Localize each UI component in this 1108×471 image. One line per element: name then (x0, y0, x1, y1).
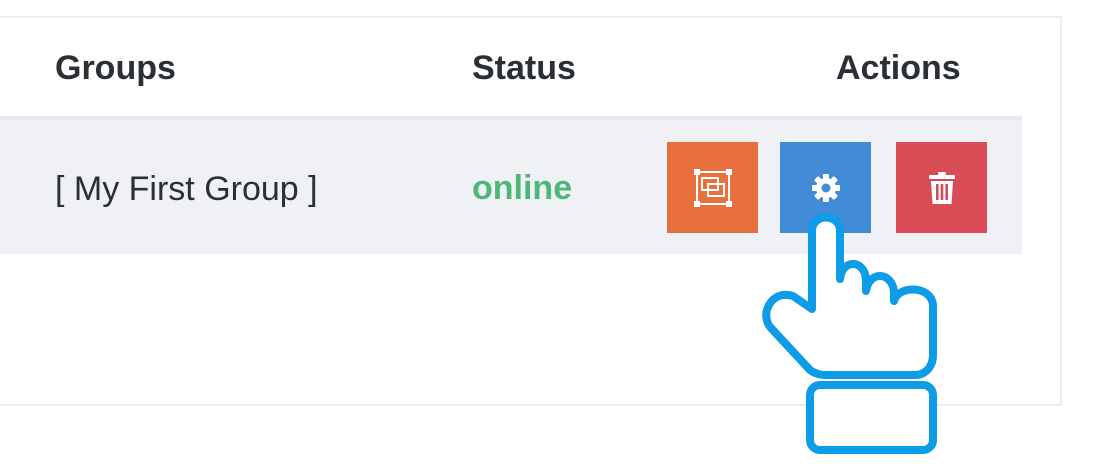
table-row: [ My First Group ] online (0, 120, 1022, 254)
groups-table-panel: Groups Status Actions [ My First Group ]… (0, 16, 1062, 406)
column-header-actions: Actions (836, 49, 961, 87)
group-name-cell: [ My First Group ] (55, 170, 318, 208)
column-header-status: Status (472, 49, 576, 87)
settings-button[interactable] (780, 142, 871, 233)
trash-icon (928, 171, 955, 204)
copy-window-icon (693, 168, 732, 207)
copy-group-button[interactable] (667, 142, 758, 233)
screen: Groups Status Actions [ My First Group ]… (0, 0, 1108, 471)
status-badge: online (472, 169, 573, 207)
gear-icon (811, 173, 840, 202)
column-header-groups: Groups (55, 49, 176, 87)
table-header: Groups Status Actions (0, 18, 1022, 120)
delete-group-button[interactable] (896, 142, 987, 233)
